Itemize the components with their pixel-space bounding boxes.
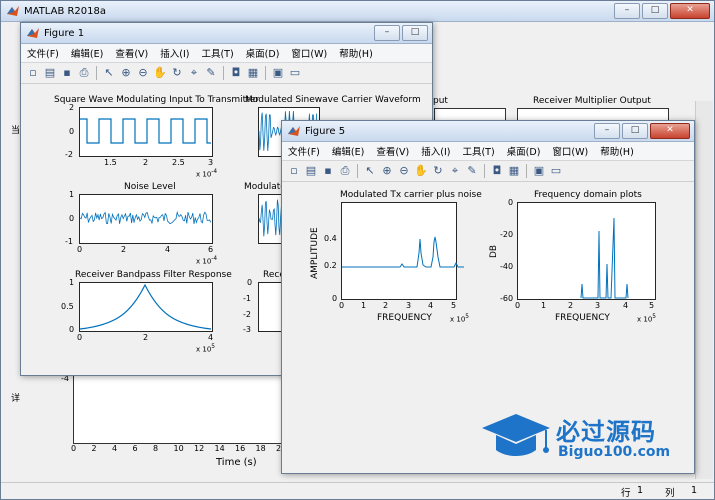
rece-ytick-m3: -3 [243,325,251,334]
square-exp: x 10-4 [196,169,218,179]
noise-line [79,210,212,225]
minimize-button[interactable]: – [614,3,640,19]
square-xtick-2: 2 [143,158,149,167]
bandpass-ytick-05: 0.5 [61,302,74,311]
close-button[interactable]: ✕ [670,3,710,19]
status-col-label: 列 [665,488,675,499]
bandpass-xtick-4: 4 [208,333,214,342]
square-ytick-m2: -2 [65,150,73,159]
bandpass-ytick-0: 0 [69,325,75,334]
main-title: MATLAB R2018a [24,5,107,17]
noise-exp: x 10-4 [196,256,218,266]
f5-left-ytick-0: 0 [332,294,338,303]
behind-xtick: 14 [214,444,225,453]
behind-xtick: 12 [194,444,205,453]
f5-left-spectrum-line [342,236,464,268]
f5-right-ytick-m40: -40 [500,262,514,271]
square-wave-line [80,118,211,144]
side-char-2: 详 [11,394,21,404]
noise-ytick-1: 1 [69,190,75,199]
f5-right-spectrum-line [580,217,629,299]
watermark: 必过源码 Biguo100.com [478,408,708,468]
square-ytick-2: 2 [69,103,75,112]
behind-xtick: 4 [112,444,118,453]
behind-title-receiver-multiplier: Receiver Multiplier Output [533,96,651,106]
f5-left-xtick-4: 4 [428,301,434,310]
bandpass-xtick-2: 2 [143,333,149,342]
behind-xtick: 18 [255,444,266,453]
behind-xtick: 16 [235,444,246,453]
behind-xlabel: Time (s) [216,457,257,468]
behind-xtick: 8 [153,444,159,453]
main-statusbar: 行 1 列 1 [1,482,714,499]
noise-ytick-m1: -1 [65,237,73,246]
behind-partial-title: put [433,96,448,106]
f5-left-ylabel: AMPLITUDE [310,227,320,279]
f5-right-ytick-m60: -60 [500,294,514,303]
bandpass-exp: x 105 [196,344,215,354]
f5-left-exp: x 105 [450,314,469,324]
bandpass-ytick-1: 1 [69,278,75,287]
f5-left-xtick-3: 3 [406,301,412,310]
noise-ytick-0: 0 [69,214,75,223]
f5-right-exp: x 105 [637,314,656,324]
behind-xtick: 0 [71,444,77,453]
f5-left-xtick-2: 2 [383,301,389,310]
f5-left-xlabel: FREQUENCY [377,313,432,323]
f5-right-ytick-0: 0 [508,198,514,207]
f5-right-xlabel: FREQUENCY [555,313,610,323]
f5-left-xtick-5: 5 [451,301,457,310]
status-col-value: 1 [691,485,698,496]
bandpass-xtick-0: 0 [77,333,83,342]
square-ytick-0: 0 [69,127,75,136]
noise-xtick-0: 0 [77,245,83,254]
bandpass-line [79,283,212,330]
status-row-label: 行 [621,488,631,499]
rece-ytick-m1: -1 [243,294,251,303]
behind-xtick: 2 [91,444,97,453]
behind-xtick: 10 [173,444,184,453]
rece-ytick-m2: -2 [243,310,251,319]
matlab-logo-icon [7,6,19,16]
behind-xtick: 6 [132,444,138,453]
square-xtick-3: 2.5 [172,158,185,167]
f5-right-xtick-3: 3 [595,301,601,310]
watermark-text: 必过源码 [556,418,656,446]
f5-right-xtick-0: 0 [515,301,521,310]
f5-left-ytick-02: 0.2 [324,261,337,270]
noise-xtick-2: 2 [121,245,127,254]
f5-right-xtick-5: 5 [649,301,655,310]
noise-xtick-6: 6 [208,245,214,254]
f5-left-ytick-04: 0.4 [324,234,337,243]
maximize-button[interactable]: □ [642,3,668,19]
f5-left-xtick-1: 1 [361,301,367,310]
behind-axes-bottom [73,375,283,444]
side-char-1: 当 [11,126,21,136]
square-xtick-4: 3 [208,158,214,167]
rece-ytick-0: 0 [247,278,253,287]
status-row-value: 1 [637,485,644,496]
f5-right-xtick-2: 2 [568,301,574,310]
f5-right-ytick-m20: -20 [500,230,514,239]
square-xtick-1: 1.5 [104,158,117,167]
watermark-url: Biguo100.com [558,444,671,460]
f5-right-ylabel: DB [489,244,499,258]
f5-right-xtick-4: 4 [623,301,629,310]
main-titlebar: MATLAB R2018a – □ ✕ [1,1,714,22]
graduation-cap-icon [482,414,550,456]
f5-left-xtick-0: 0 [339,301,345,310]
noise-xtick-4: 4 [165,245,171,254]
f5-right-xtick-1: 1 [541,301,547,310]
